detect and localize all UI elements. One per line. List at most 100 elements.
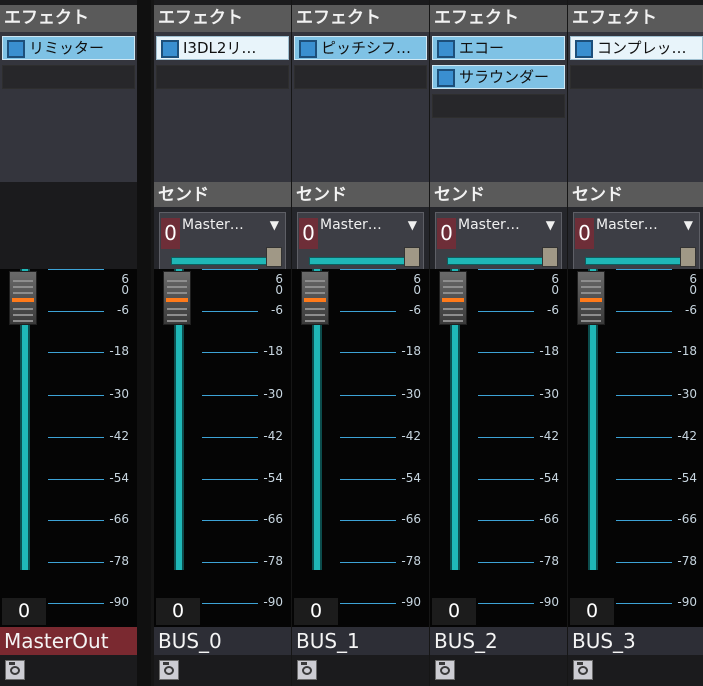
effect-enable-checkbox[interactable]: [437, 69, 455, 87]
volume-value[interactable]: 0: [294, 598, 338, 625]
meter-scale-label: 0: [275, 283, 283, 297]
meter-scale-line: [340, 395, 396, 396]
send-destination-select[interactable]: Master…: [596, 217, 658, 233]
meter-scale-line: [340, 479, 396, 480]
dropdown-arrow-icon[interactable]: ▼: [546, 218, 555, 232]
channel-name[interactable]: MasterOut: [0, 627, 137, 655]
channel-name[interactable]: BUS_1: [292, 627, 429, 655]
send-destination-select[interactable]: Master…: [182, 217, 244, 233]
send-level-value[interactable]: 0: [299, 218, 318, 249]
camera-icon[interactable]: [435, 660, 455, 680]
meter-scale-label: -78: [401, 554, 421, 568]
empty-effect-slot[interactable]: [294, 65, 427, 89]
effect-header: エフェクト: [430, 5, 567, 32]
channel-strip-masterout: エフェクト リミッター 6 0 -6 -18 -30 -42 -54 -66 -78 -90 0 Mast…: [0, 0, 137, 686]
dropdown-arrow-icon[interactable]: ▼: [408, 218, 417, 232]
send-slider-handle[interactable]: [266, 247, 282, 267]
volume-fader-handle[interactable]: [577, 271, 605, 325]
meter-scale-label: -42: [677, 429, 697, 443]
effect-slot[interactable]: エコー: [432, 36, 565, 60]
effect-enable-checkbox[interactable]: [299, 40, 317, 58]
meter-scale-label: -66: [109, 512, 129, 526]
empty-effect-slot[interactable]: [156, 65, 289, 89]
fader-ridge: [13, 308, 33, 310]
effect-slot[interactable]: I3DL2リ…: [156, 36, 289, 60]
channel-name[interactable]: BUS_2: [430, 627, 567, 655]
fader-ridge: [13, 314, 33, 316]
effect-enable-checkbox[interactable]: [161, 40, 179, 58]
effect-label: ピッチシフ…: [321, 39, 412, 57]
effect-enable-checkbox[interactable]: [575, 40, 593, 58]
empty-effect-slot[interactable]: [432, 94, 565, 118]
send-slider-handle[interactable]: [404, 247, 420, 267]
meter-scale-label: -54: [677, 471, 697, 485]
volume-fader-handle[interactable]: [439, 271, 467, 325]
empty-effect-slot[interactable]: [570, 65, 703, 89]
empty-effect-slot[interactable]: [2, 65, 135, 89]
send-control: 0 Master… ▼: [573, 212, 700, 270]
send-control: 0 Master… ▼: [297, 212, 424, 270]
send-destination-select[interactable]: Master…: [320, 217, 382, 233]
meter-scale-label: -66: [539, 512, 559, 526]
fader-ridge: [13, 320, 33, 322]
meter-scale-line: [478, 395, 534, 396]
meter-scale-line: [616, 395, 672, 396]
effect-slot-list: リミッター: [0, 32, 137, 182]
meter-scale-label: -78: [263, 554, 283, 568]
meter-scale-line: [202, 562, 258, 563]
meter-scale-line: [616, 479, 672, 480]
effect-enable-checkbox[interactable]: [437, 40, 455, 58]
send-area: 0 Master… ▼: [292, 207, 429, 270]
dropdown-arrow-icon[interactable]: ▼: [270, 218, 279, 232]
send-slider-handle[interactable]: [542, 247, 558, 267]
channel-name[interactable]: BUS_0: [154, 627, 291, 655]
dropdown-arrow-icon[interactable]: ▼: [684, 218, 693, 232]
camera-icon-top: [577, 662, 583, 665]
meter-scale-label: -90: [539, 595, 559, 609]
camera-icon[interactable]: [297, 660, 317, 680]
send-slider-handle[interactable]: [680, 247, 696, 267]
meter-scale-label: -66: [677, 512, 697, 526]
effect-label: エコー: [459, 39, 505, 57]
send-level-value[interactable]: 0: [437, 218, 456, 249]
fader-ridge: [305, 280, 325, 282]
fader-ridge: [167, 280, 187, 282]
volume-value[interactable]: 0: [570, 598, 614, 625]
volume-value[interactable]: 0: [156, 598, 200, 625]
volume-fader-handle[interactable]: [163, 271, 191, 325]
effect-slot[interactable]: コンプレッ…: [570, 36, 703, 60]
volume-value[interactable]: 0: [2, 598, 46, 625]
meter-scale-label: 0: [121, 283, 129, 297]
send-level-slider[interactable]: [171, 257, 270, 265]
meter-scale-line: [202, 269, 258, 270]
send-level-slider[interactable]: [447, 257, 546, 265]
camera-icon[interactable]: [5, 660, 25, 680]
volume-fader-handle[interactable]: [9, 271, 37, 325]
meter-scale-label: 0: [551, 283, 559, 297]
volume-value[interactable]: 0: [432, 598, 476, 625]
effect-slot[interactable]: ピッチシフ…: [294, 36, 427, 60]
effect-slot[interactable]: リミッター: [2, 36, 135, 60]
send-level-slider[interactable]: [585, 257, 684, 265]
meter-scale-line: [616, 269, 672, 270]
meter-scale-line: [478, 437, 534, 438]
meter-scale-line: [48, 479, 104, 480]
send-level-slider[interactable]: [309, 257, 408, 265]
meter-scale-label: -18: [401, 344, 421, 358]
effect-slot[interactable]: サラウンダー: [432, 65, 565, 89]
meter-scale-line: [202, 520, 258, 521]
camera-icon-top: [439, 662, 445, 665]
effect-enable-checkbox[interactable]: [7, 40, 25, 58]
send-level-value[interactable]: 0: [575, 218, 594, 249]
send-level-value[interactable]: 0: [161, 218, 180, 249]
meter-scale-label: -54: [263, 471, 283, 485]
camera-icon[interactable]: [573, 660, 593, 680]
effect-header: エフェクト: [0, 5, 137, 32]
send-destination-select[interactable]: Master…: [458, 217, 520, 233]
fader-ridge: [167, 308, 187, 310]
send-area: 0 Master… ▼: [568, 207, 703, 270]
channel-strip-bus_3: エフェクト コンプレッ… センド 0 Master… ▼ 6 0 -6 -18 -30 -42 -54-…: [568, 0, 703, 686]
channel-name[interactable]: BUS_3: [568, 627, 703, 655]
volume-fader-handle[interactable]: [301, 271, 329, 325]
camera-icon[interactable]: [159, 660, 179, 680]
